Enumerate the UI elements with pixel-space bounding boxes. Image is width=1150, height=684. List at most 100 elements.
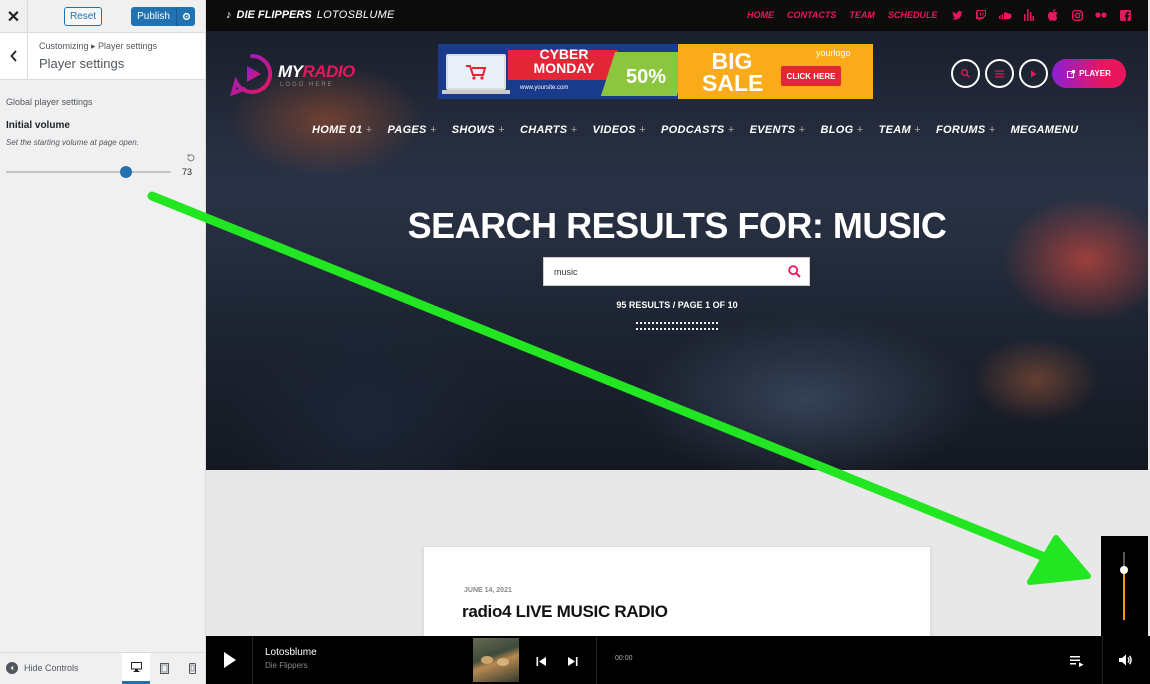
player-button-label: PLAYER (1079, 69, 1111, 78)
main-nav-item-team[interactable]: TEAM + (879, 124, 921, 136)
decorative-divider (636, 322, 718, 330)
main-nav-item-forums[interactable]: FORUMS + (936, 124, 996, 136)
initial-volume-slider[interactable] (6, 166, 171, 178)
promo-banner[interactable]: CYBER MONDAY www.yoursite.com 50% BIG SA… (438, 44, 873, 99)
plus-icon: + (430, 124, 437, 136)
top-nav-team[interactable]: TEAM (849, 10, 875, 20)
main-nav-item-pages[interactable]: PAGES + (388, 124, 437, 136)
screen: ✕ Reset Publish Customizing ▸ Player set… (0, 0, 1150, 684)
apple-icon[interactable] (1046, 8, 1060, 22)
preview-tablet-button[interactable] (150, 653, 178, 684)
hide-controls-button[interactable]: Hide Controls (6, 662, 79, 674)
banner-big-sale: BIG SALE (702, 48, 764, 96)
customizer-sidebar: ✕ Reset Publish Customizing ▸ Player set… (0, 0, 206, 684)
main-nav-item-videos[interactable]: VIDEOS + (592, 124, 645, 136)
search-icon (961, 69, 970, 78)
top-nav-contacts[interactable]: CONTACTS (787, 10, 836, 20)
result-title[interactable]: radio4 LIVE MUSIC RADIO (462, 602, 668, 622)
soundcloud-icon[interactable] (998, 8, 1012, 22)
banner-yourlogo: yourlogo (816, 48, 851, 58)
panel-header: Customizing ▸ Player settings Player set… (0, 33, 205, 80)
flickr-icon[interactable] (1094, 8, 1108, 22)
now-playing-artist: DIE FLIPPERS (236, 9, 312, 21)
publish-button[interactable]: Publish (131, 7, 195, 26)
reset-default-icon[interactable] (186, 150, 196, 162)
facebook-icon[interactable] (1118, 8, 1132, 22)
album-cover (473, 638, 519, 682)
divider (252, 636, 253, 684)
banner-site-url: www.yoursite.com (520, 85, 569, 91)
banner-click-here-button[interactable]: CLICK HERE (781, 66, 841, 86)
main-nav-item-shows[interactable]: SHOWS + (452, 124, 505, 136)
search-icon[interactable] (788, 265, 801, 278)
plus-icon: + (856, 124, 864, 136)
player-play-button[interactable] (223, 651, 237, 669)
main-nav-item-megamenu[interactable]: MEGAMENU (1011, 124, 1079, 136)
player-track-artist: Die Flippers (265, 661, 308, 670)
instagram-icon[interactable] (1070, 8, 1084, 22)
plus-icon: + (798, 124, 806, 136)
plus-icon: + (914, 124, 922, 136)
desktop-icon (130, 662, 142, 672)
mobile-icon (188, 663, 196, 674)
plus-icon: + (639, 124, 646, 136)
main-nav-label: SHOWS (451, 124, 495, 136)
volume-fill (1123, 570, 1125, 620)
plus-icon: + (498, 124, 505, 136)
tablet-icon (159, 663, 169, 674)
social-links (950, 8, 1132, 22)
reset-button[interactable]: Reset (64, 7, 102, 26)
page-title: SEARCH RESULTS FOR: MUSIC (407, 205, 947, 246)
plus-icon: + (570, 124, 578, 136)
player-popup-button[interactable]: PLAYER (1052, 59, 1126, 88)
site-logo[interactable]: MYRADIO LOGO HERE (230, 52, 370, 96)
top-bar: ♪ DIE FLIPPERS LOTOSBLUME HOME CONTACTS … (206, 0, 1148, 31)
section-title: Global player settings (6, 97, 93, 107)
main-nav-label: PAGES (387, 124, 427, 136)
plus-icon: + (988, 124, 996, 136)
previous-track-button[interactable] (536, 654, 547, 666)
hide-controls-label: Hide Controls (24, 663, 79, 673)
results-meta: 95 RESULTS / PAGE 1 OF 10 (616, 300, 738, 310)
volume-thumb[interactable] (1120, 566, 1128, 575)
back-button[interactable] (0, 33, 28, 79)
search-form (543, 257, 810, 286)
plus-icon: + (365, 124, 373, 136)
plus-icon: + (727, 124, 735, 136)
next-track-button[interactable] (567, 654, 578, 666)
playlist-button[interactable] (1070, 654, 1084, 667)
main-nav-item-events[interactable]: EVENTS + (750, 124, 806, 136)
main-nav-item-blog[interactable]: BLOG + (820, 124, 863, 136)
mixcloud-icon[interactable] (1022, 8, 1036, 22)
twitter-icon[interactable] (950, 8, 964, 22)
main-nav: HOME 01 + PAGES + SHOWS + CHARTS + VIDEOS + P… (312, 124, 1078, 136)
banner-percent: 50% (626, 66, 667, 88)
preview-mobile-button[interactable] (178, 653, 206, 684)
play-icon (224, 652, 236, 668)
main-nav-item-home-01[interactable]: HOME 01 + (312, 124, 373, 136)
top-nav-schedule[interactable]: SCHEDULE (888, 10, 938, 20)
logo-text-my: MY (278, 62, 303, 81)
play-icon (1031, 70, 1037, 77)
close-customizer-button[interactable]: ✕ (0, 0, 28, 33)
twitch-icon[interactable] (974, 8, 988, 22)
slider-thumb[interactable] (120, 166, 133, 178)
top-nav-home[interactable]: HOME (747, 10, 774, 20)
search-input[interactable] (544, 258, 774, 285)
breadcrumb: Customizing ▸ Player settings (39, 41, 158, 51)
main-nav-label: PODCASTS (660, 124, 725, 136)
gear-icon[interactable] (176, 7, 195, 26)
hamburger-icon (995, 70, 1004, 77)
search-button[interactable] (951, 59, 980, 88)
menu-button[interactable] (985, 59, 1014, 88)
chevron-left-icon (9, 50, 17, 62)
main-nav-item-charts[interactable]: CHARTS + (520, 124, 578, 136)
play-button-header[interactable] (1019, 59, 1048, 88)
main-nav-label: MEGAMENU (1010, 124, 1079, 136)
preview-desktop-button[interactable] (122, 653, 150, 684)
setting-description: Set the starting volume at page open. (6, 138, 139, 147)
main-nav-item-podcasts[interactable]: PODCASTS + (661, 124, 735, 136)
main-nav-label: VIDEOS (592, 124, 636, 136)
logo-tagline: LOGO HERE (280, 82, 334, 88)
volume-button[interactable] (1118, 653, 1132, 667)
